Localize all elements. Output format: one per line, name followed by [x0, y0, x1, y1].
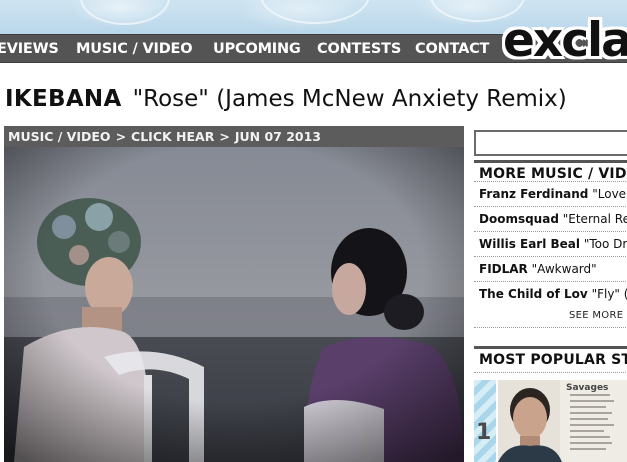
list-item[interactable]: The Child of Lov "Fly" (vi [474, 281, 627, 306]
list-item-title: "Eternal Retu [562, 212, 627, 226]
list-item-artist: Willis Earl Beal [479, 237, 581, 251]
nav-music-video[interactable]: MUSIC / VIDEO [76, 35, 193, 64]
breadcrumb-separator: > [115, 129, 127, 144]
article-photo[interactable] [4, 147, 464, 462]
divider [474, 327, 627, 328]
see-more-link[interactable]: SEE MORE M [569, 310, 627, 321]
nav-reviews[interactable]: EVIEWS [0, 35, 59, 64]
breadcrumb-separator: > [219, 129, 230, 144]
breadcrumb-category[interactable]: MUSIC / VIDEO [8, 129, 111, 144]
nav-contact[interactable]: CONTACT [415, 35, 489, 64]
most-popular-heading: MOST POPULAR STO [474, 346, 627, 370]
breadcrumb-section[interactable]: CLICK HEAR [131, 129, 214, 144]
list-item-title: "Love Ill [592, 187, 627, 201]
list-item-artist: Doomsquad [479, 212, 559, 226]
list-item[interactable]: Franz Ferdinand "Love Ill [474, 181, 627, 206]
nav-upcoming[interactable]: UPCOMING [213, 35, 301, 64]
decorative-swirl [80, 0, 170, 25]
list-item-title: "Fly" (vi [591, 287, 627, 301]
search-input[interactable] [474, 130, 627, 156]
list-item[interactable]: Willis Earl Beal "Too Dry [474, 231, 627, 256]
list-item-title: "Too Dry [583, 237, 627, 251]
photo-illustration [4, 147, 464, 462]
nav-contests[interactable]: CONTESTS [317, 35, 401, 64]
list-item-artist: The Child of Lov [479, 287, 588, 301]
list-item-artist: FIDLAR [479, 262, 528, 276]
page-title: IKEBANA "Rose" (James McNew Anxiety Remix… [5, 86, 567, 112]
list-item[interactable]: FIDLAR "Awkward" [474, 256, 627, 281]
breadcrumb: MUSIC / VIDEO > CLICK HEAR > JUN 07 2013 [4, 126, 464, 147]
rank-number: 1 [476, 420, 492, 445]
divider [474, 372, 627, 373]
thumbnail-caption: Savages [566, 383, 609, 393]
breadcrumb-date: JUN 07 2013 [234, 129, 321, 144]
list-item[interactable]: Doomsquad "Eternal Retu [474, 206, 627, 231]
artist-name: IKEBANA [5, 86, 122, 112]
list-item-title: "Awkward" [531, 262, 597, 276]
song-title: "Rose" (James McNew Anxiety Remix) [132, 86, 567, 112]
site-logo[interactable]: excla [503, 14, 627, 70]
list-item-artist: Franz Ferdinand [479, 187, 589, 201]
decorative-swirl [260, 0, 370, 24]
